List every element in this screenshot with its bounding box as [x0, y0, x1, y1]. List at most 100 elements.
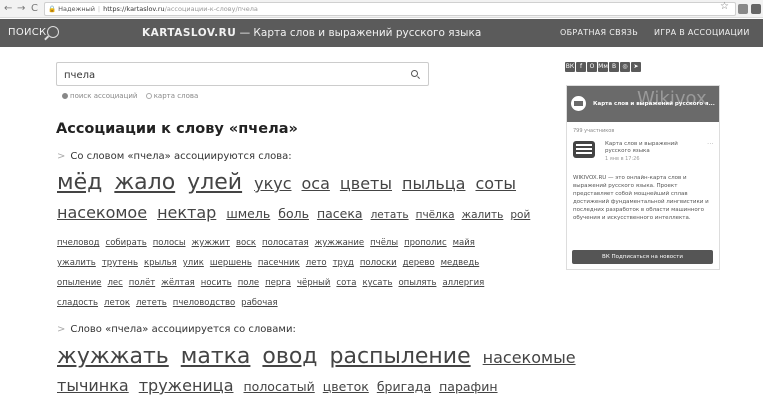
community-logo-icon	[571, 96, 586, 111]
association-link[interactable]: прополис	[404, 238, 447, 248]
feedback-link[interactable]: ОБРАТНАЯ СВЯЗЬ	[560, 19, 638, 47]
reload-button[interactable]: C	[31, 2, 38, 16]
association-link[interactable]: носить	[201, 278, 232, 288]
site-brand[interactable]: KARTASLOV.RU — Карта слов и выражений ру…	[142, 19, 481, 47]
association-link[interactable]: пчеловод	[57, 238, 100, 248]
association-link[interactable]: собирать	[106, 238, 147, 248]
subscribe-button[interactable]: ВК Подписаться на новости	[572, 250, 713, 264]
association-link[interactable]: летать	[371, 209, 409, 221]
association-link[interactable]: жало	[114, 170, 175, 195]
post-description: WIKIVOX.RU — это онлайн-карта слов и выр…	[573, 175, 709, 221]
association-link[interactable]: улик	[183, 258, 204, 268]
association-link[interactable]: труженица	[139, 376, 234, 395]
association-link[interactable]: аллергия	[442, 278, 484, 288]
bookmark-star-icon[interactable]: ☆	[720, 1, 729, 12]
association-link[interactable]: лес	[107, 278, 122, 288]
association-link[interactable]: мёд	[57, 170, 102, 195]
association-link[interactable]: рой	[510, 209, 530, 221]
search-icon[interactable]	[47, 26, 59, 38]
social-share-icon[interactable]: f	[576, 62, 586, 72]
back-button[interactable]: ←	[4, 2, 12, 16]
address-bar[interactable]: 🔒 Надежный | https://kartaslov.ru/ассоциаци…	[44, 2, 736, 16]
association-link[interactable]: сота	[336, 278, 356, 288]
association-link[interactable]: пасечник	[258, 258, 300, 268]
association-link[interactable]: бригада	[377, 379, 431, 394]
social-share-icon[interactable]: Мм	[598, 62, 608, 72]
social-share-icon[interactable]: ◎	[620, 62, 630, 72]
association-link[interactable]: чёрный	[297, 278, 330, 288]
association-link[interactable]: распыление	[330, 344, 471, 369]
widget-title[interactable]: Карта слов и выражений русского я...	[593, 101, 715, 107]
header-search-link[interactable]: ПОИСК	[8, 19, 46, 47]
association-link[interactable]: труд	[333, 258, 354, 268]
chevron-right-icon: >	[57, 151, 66, 162]
association-link[interactable]: улей	[187, 170, 242, 195]
association-link[interactable]: шмель	[226, 206, 270, 221]
association-link[interactable]: пасека	[317, 206, 363, 221]
url-path: /ассоциации-к-слову/пчела	[164, 5, 258, 13]
association-link[interactable]: жужжать	[57, 344, 169, 369]
association-link[interactable]: насекомое	[57, 203, 147, 222]
association-link[interactable]: лето	[306, 258, 327, 268]
association-link[interactable]: шершень	[210, 258, 252, 268]
extension-icon[interactable]	[738, 4, 748, 14]
association-link[interactable]: матка	[181, 344, 251, 369]
association-link[interactable]: воск	[236, 238, 256, 248]
association-link[interactable]: овод	[262, 344, 317, 369]
radio-associations[interactable]: поиск ассоциаций	[62, 92, 137, 100]
association-link[interactable]: жалить	[462, 209, 504, 221]
association-link[interactable]: опыление	[57, 278, 101, 288]
association-link[interactable]: оса	[302, 174, 330, 193]
association-link[interactable]: полёт	[129, 278, 155, 288]
association-link[interactable]: кусать	[362, 278, 392, 288]
association-link[interactable]: насекомые	[483, 348, 576, 367]
post-author[interactable]: Карта слов и выражений русского языка	[605, 141, 695, 155]
association-link[interactable]: соты	[475, 174, 516, 193]
association-link[interactable]: пыльца	[402, 174, 465, 193]
radio-checked-icon	[62, 93, 68, 99]
association-link[interactable]: боль	[278, 206, 309, 221]
association-link[interactable]: поле	[238, 278, 259, 288]
association-link[interactable]: жёлтая	[161, 278, 195, 288]
association-link[interactable]: укус	[254, 174, 291, 193]
association-link[interactable]: ужалить	[57, 258, 96, 268]
association-link[interactable]: пчеловодство	[173, 298, 235, 308]
association-game-link[interactable]: ИГРА В АССОЦИАЦИИ	[654, 19, 750, 47]
social-share-icon[interactable]: ➤	[631, 62, 641, 72]
social-share-icon[interactable]: В	[609, 62, 619, 72]
association-link[interactable]: цветок	[323, 379, 369, 394]
association-link[interactable]: опылять	[398, 278, 436, 288]
search-button-icon[interactable]	[411, 70, 418, 77]
association-link[interactable]: нектар	[157, 203, 216, 222]
association-link[interactable]: полоски	[360, 258, 397, 268]
search-input[interactable]	[57, 64, 387, 87]
association-link[interactable]: майя	[453, 238, 475, 248]
association-link[interactable]: крылья	[144, 258, 177, 268]
social-share-icon[interactable]: О	[587, 62, 597, 72]
association-link[interactable]: перга	[265, 278, 291, 288]
association-link[interactable]: полосатый	[244, 379, 315, 394]
association-link[interactable]: жужжание	[315, 238, 365, 248]
association-link[interactable]: полосы	[153, 238, 186, 248]
radio-word-map[interactable]: карта слова	[145, 92, 198, 100]
association-link[interactable]: рабочая	[241, 298, 277, 308]
forward-button[interactable]: →	[17, 2, 25, 16]
association-link[interactable]: полосатая	[262, 238, 309, 248]
page-title: Ассоциации к слову «пчела»	[56, 121, 298, 137]
association-link[interactable]: пчёлка	[416, 209, 455, 221]
association-link[interactable]: парафин	[439, 379, 497, 394]
association-link[interactable]: дерево	[403, 258, 435, 268]
social-share-icon[interactable]: ВК	[565, 62, 575, 72]
association-link[interactable]: лететь	[136, 298, 167, 308]
association-link[interactable]: тычинка	[57, 376, 129, 395]
association-link[interactable]: цветы	[340, 174, 392, 193]
more-icon[interactable]: ···	[707, 140, 714, 148]
association-link[interactable]: пчёлы	[370, 238, 398, 248]
association-link[interactable]: жужжит	[192, 238, 230, 248]
chevron-right-icon: >	[57, 324, 66, 335]
association-link[interactable]: трутень	[102, 258, 138, 268]
extension-icon[interactable]	[751, 4, 761, 14]
association-link[interactable]: леток	[104, 298, 130, 308]
association-link[interactable]: медведь	[441, 258, 480, 268]
association-link[interactable]: сладость	[57, 298, 98, 308]
